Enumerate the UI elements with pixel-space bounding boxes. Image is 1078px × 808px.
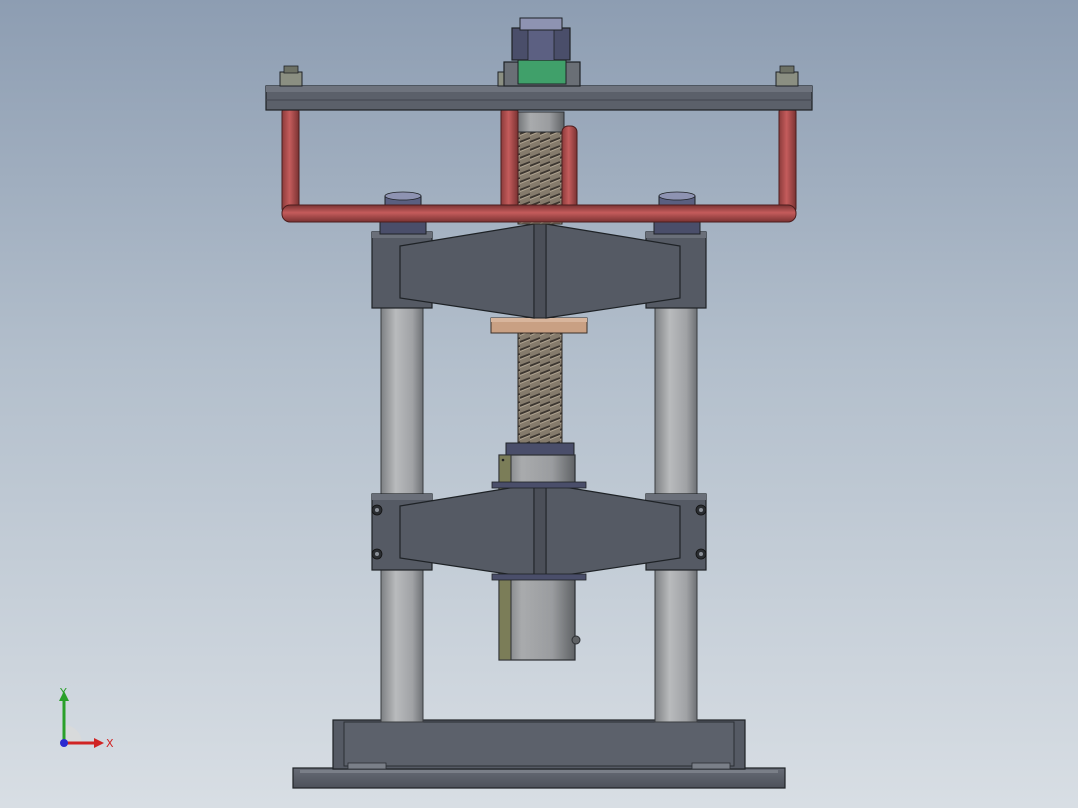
orientation-triad: Y X xyxy=(50,683,120,758)
y-axis-label: Y xyxy=(59,686,67,699)
lower-crosshead[interactable] xyxy=(371,481,707,581)
triad-graphic: Y X xyxy=(59,686,114,750)
z-axis-dot xyxy=(60,739,68,747)
beam-bolt-right xyxy=(775,65,799,87)
base-plate[interactable] xyxy=(292,719,786,789)
press-assembly-model[interactable] xyxy=(0,0,1078,808)
cad-viewport[interactable]: Y X xyxy=(0,0,1078,808)
lead-screw-lower[interactable] xyxy=(490,317,588,456)
beam-bolt-left xyxy=(279,65,303,87)
x-axis-label: X xyxy=(106,737,114,750)
top-hex-nut[interactable] xyxy=(503,17,581,87)
